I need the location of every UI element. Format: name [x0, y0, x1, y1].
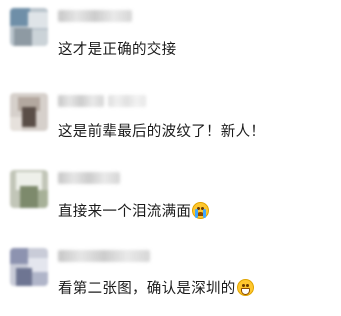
avatar[interactable]	[10, 170, 48, 208]
username[interactable]	[58, 172, 120, 184]
avatar[interactable]	[10, 93, 48, 131]
avatar[interactable]	[10, 248, 48, 286]
loudly-crying-face-icon	[192, 202, 210, 219]
comment-text: 这才是正确的交接	[58, 42, 177, 58]
grinning-face-icon	[236, 279, 254, 296]
username[interactable]	[58, 10, 132, 22]
username[interactable]	[58, 95, 104, 107]
comment-text: 直接来一个泪流满面	[58, 200, 210, 221]
username[interactable]	[58, 250, 150, 262]
comment-text: 这是前辈最后的波纹了！新人！	[58, 124, 266, 140]
avatar[interactable]	[10, 8, 48, 46]
comment-text: 看第二张图，确认是深圳的	[58, 277, 254, 298]
username-suffix	[108, 95, 146, 107]
